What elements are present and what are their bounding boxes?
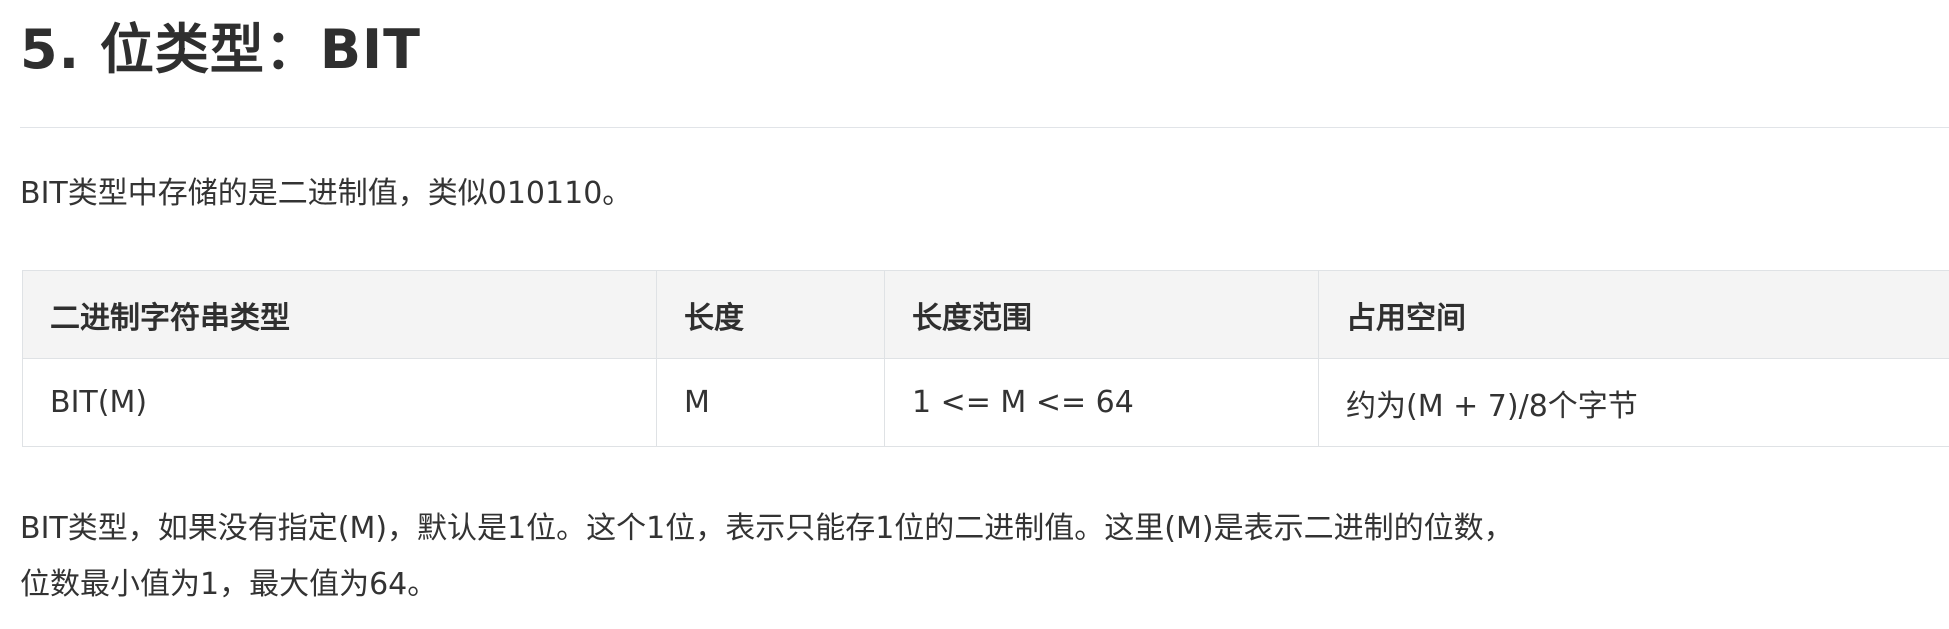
header-length-range: 长度范围 (884, 270, 1319, 359)
note-paragraph: BIT类型，如果没有指定(M)，默认是1位。这个1位，表示只能存1位的二进制值。… (20, 501, 1949, 613)
section-heading: 5. 位类型：BIT (20, 18, 421, 81)
cell-length-range: 1 <= M <= 64 (884, 358, 1319, 447)
heading-divider (20, 127, 1949, 128)
intro-paragraph: BIT类型中存储的是二进制值，类似010110。 (20, 176, 633, 211)
header-length: 长度 (656, 270, 885, 359)
note-line-2: 位数最小值为1，最大值为64。 (20, 567, 438, 602)
cell-storage-space: 约为(M + 7)/8个字节 (1318, 358, 1949, 447)
bit-type-table: 二进制字符串类型 长度 长度范围 占用空间 BIT(M) M 1 <= M <=… (22, 270, 1949, 447)
document-page: 5. 位类型：BIT BIT类型中存储的是二进制值，类似010110。 二进制字… (0, 0, 1949, 629)
cell-type: BIT(M) (22, 358, 657, 447)
cell-length: M (656, 358, 885, 447)
table-header-row: 二进制字符串类型 长度 长度范围 占用空间 (22, 270, 1949, 359)
header-storage-space: 占用空间 (1318, 270, 1949, 359)
table-row: BIT(M) M 1 <= M <= 64 约为(M + 7)/8个字节 (22, 358, 1949, 447)
header-binary-string-type: 二进制字符串类型 (22, 270, 657, 359)
note-line-1: BIT类型，如果没有指定(M)，默认是1位。这个1位，表示只能存1位的二进制值。… (20, 511, 1514, 546)
